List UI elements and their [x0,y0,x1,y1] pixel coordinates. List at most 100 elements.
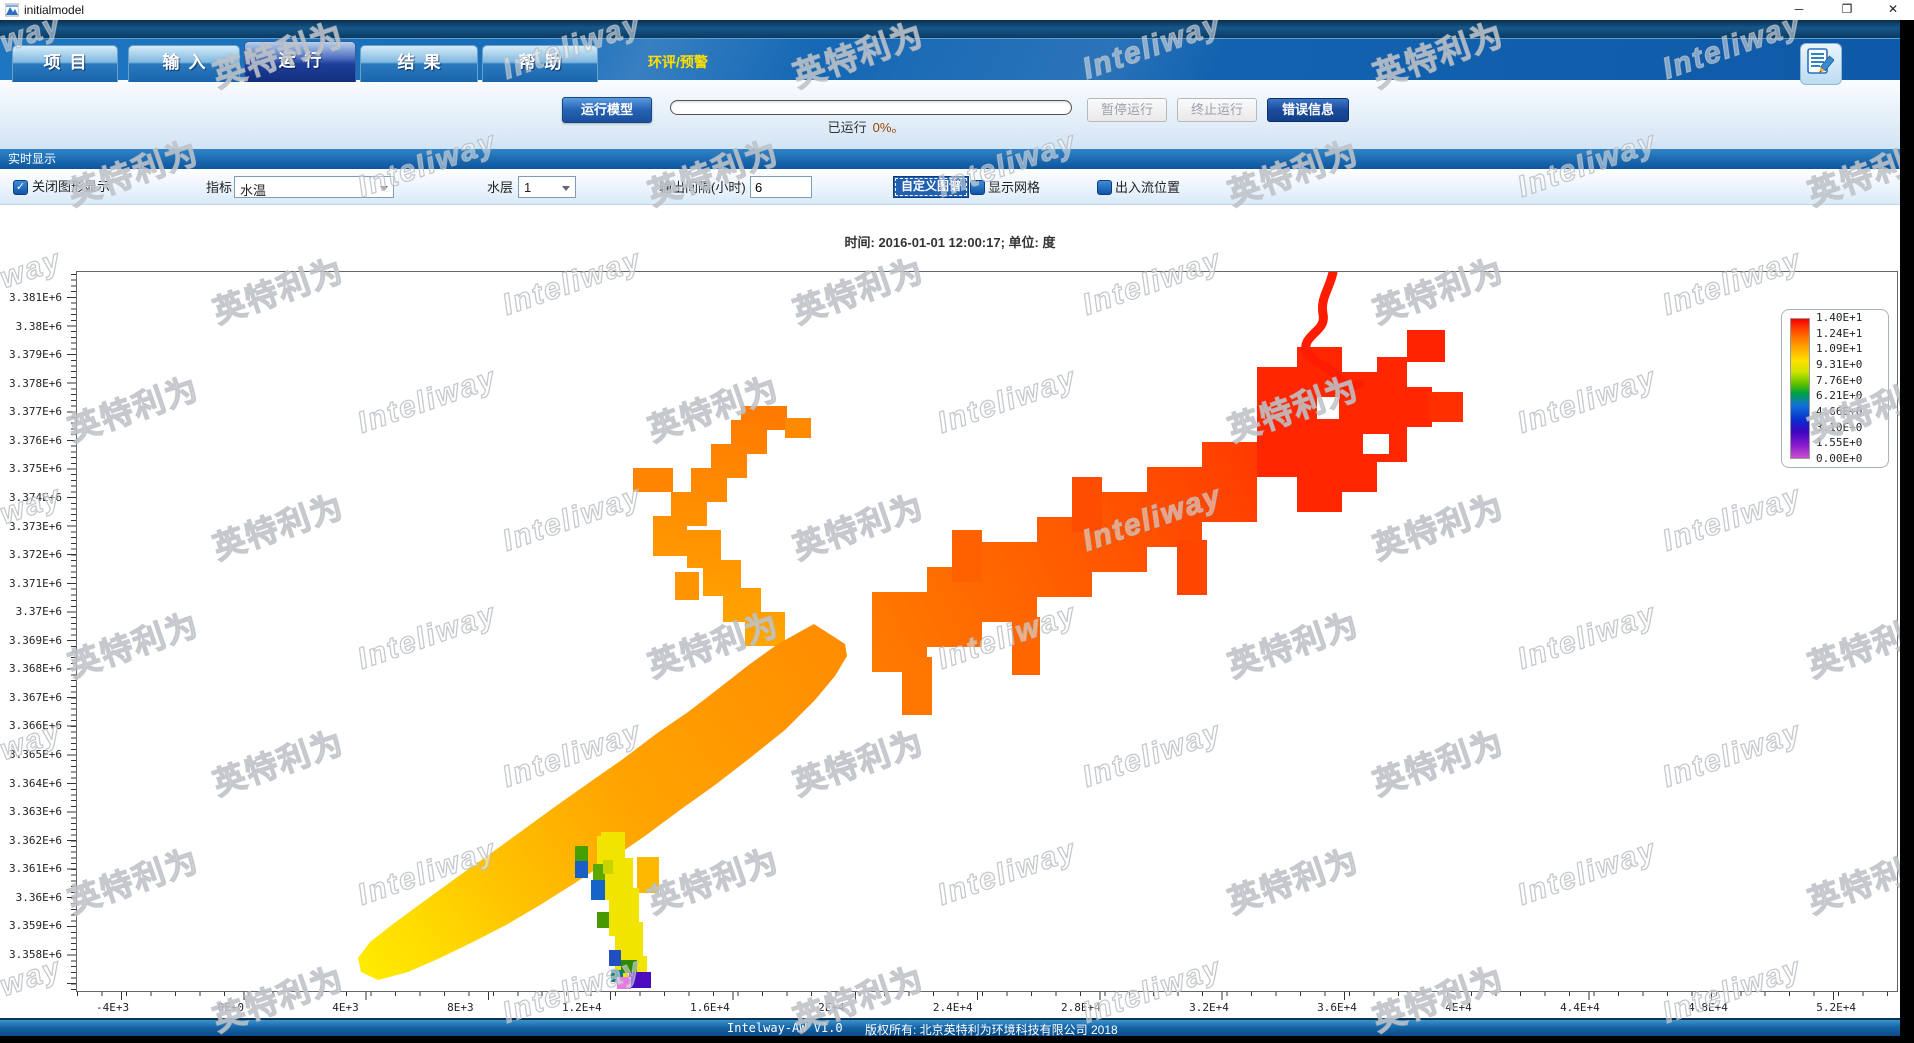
x-tick-label: 2.8E+4 [1061,1001,1101,1014]
time-label: 时间: 2016-01-01 12:00:17; 单位: 度 [0,232,1900,251]
y-tick-label: 3.379E+6 [9,348,62,361]
close-graph-label: 关闭图形显示 [32,180,110,194]
indicator-select[interactable]: 水温 [234,176,394,198]
x-tick-label: 1.2E+4 [562,1001,602,1014]
tab-env-warning[interactable]: 环评/预警 [648,52,708,72]
y-tick-label: 3.377E+6 [9,405,62,418]
y-tick-label: 3.367E+6 [9,691,62,704]
chevron-down-icon [380,186,388,191]
chrome-strip [0,20,1900,38]
x-tick-label: -4E+3 [96,1001,129,1014]
x-tick-label: 4.4E+4 [1560,1001,1600,1014]
y-tick-label: 3.374E+6 [9,491,62,504]
application-window: initialmodel ─ ❐ ✕ 项目 输入 运行 结果 帮助 环评/预警 [0,0,1914,1043]
y-tick-label: 3.378E+6 [9,377,62,390]
run-status-prefix: 已运行 [828,120,867,135]
interval-input[interactable] [750,176,812,198]
close-button[interactable]: ✕ [1876,0,1910,20]
y-tick-label: 3.375E+6 [9,462,62,475]
legend-colorbar [1790,318,1810,459]
legend-value: 1.24E+1 [1816,328,1882,340]
tab-help[interactable]: 帮助 [482,45,598,82]
minimize-button[interactable]: ─ [1782,0,1816,20]
x-tick-label: 2E+4 [818,1001,845,1014]
y-tick-label: 3.372E+6 [9,548,62,561]
realtime-header: 实时显示 [0,149,1900,169]
window-title: initialmodel [24,3,84,17]
show-grid-label: 显示网格 [988,181,1040,195]
x-tick-label: 2.4E+4 [933,1001,973,1014]
x-tick-label: 8E+3 [447,1001,474,1014]
app-icon [5,3,19,17]
indicator-label: 指标 [206,181,232,195]
y-axis-labels: 3.381E+6 3.38E+6 3.379E+6 3.378E+6 3.377E+6 3… [2,291,62,961]
x-tick-label: 4.8E+4 [1688,1001,1728,1014]
copyright: 版权所有: 北京英特利为环境科技有限公司 2018 [865,1021,1118,1036]
run-status-value: 0%。 [873,120,905,135]
x-tick-label: 3.6E+4 [1317,1001,1357,1014]
run-status: 已运行 0%。 [666,117,1066,136]
realtime-controls: ✓ 关闭图形显示 指标 水温 水层 1 输出间隔(小时) 自定义图谱 显示网格 … [0,169,1900,205]
color-legend: 1.40E+11.24E+11.09E+19.31E+07.76E+06.21E… [1781,309,1889,468]
custom-palette-button[interactable]: 自定义图谱 [893,176,969,198]
x-tick-label: 3.2E+4 [1189,1001,1229,1014]
x-tick-label: 4E+4 [1445,1001,1472,1014]
x-axis-labels: -4E+3 0E+0 4E+3 8E+3 1.2E+4 1.6E+4 2E+4 2.4E+4 2… [96,1001,1856,1014]
close-graph-checkbox[interactable]: ✓ [13,180,28,195]
show-grid-checkbox[interactable] [970,180,985,195]
tab-bar: 项目 输入 运行 结果 帮助 环评/预警 [0,38,1900,81]
layer-value: 1 [524,180,531,195]
layer-select[interactable]: 1 [518,176,576,198]
y-tick-label: 3.36E+6 [16,891,62,904]
x-tick-label: 5.2E+4 [1816,1001,1856,1014]
tab-result[interactable]: 结果 [360,45,478,82]
y-tick-label: 3.363E+6 [9,805,62,818]
legend-value: 7.76E+0 [1816,375,1882,387]
titlebar: initialmodel ─ ❐ ✕ [0,0,1914,20]
error-info-button[interactable]: 错误信息 [1267,98,1349,122]
y-tick-label: 3.38E+6 [16,320,62,333]
y-tick-label: 3.362E+6 [9,834,62,847]
legend-value: 1.55E+0 [1816,437,1882,449]
inout-flow-checkbox[interactable] [1097,180,1112,195]
x-tick-label: 1.6E+4 [690,1001,730,1014]
y-tick-label: 3.376E+6 [9,434,62,447]
restore-button[interactable]: ❐ [1830,0,1864,20]
legend-value: 4.66E+0 [1816,406,1882,418]
x-axis-ticks [77,991,1897,1000]
x-tick-label: 4E+3 [332,1001,359,1014]
interval-label: 输出间隔(小时) [659,181,746,195]
y-tick-label: 3.366E+6 [9,719,62,732]
pause-run-button[interactable]: 暂停运行 [1087,98,1167,122]
legend-values: 1.40E+11.24E+11.09E+19.31E+07.76E+06.21E… [1816,312,1882,465]
y-tick-label: 3.358E+6 [9,948,62,961]
layer-label: 水层 [487,181,513,195]
notepad-button[interactable] [1800,43,1842,85]
y-tick-label: 3.381E+6 [9,291,62,304]
inout-flow-label: 出入流位置 [1115,181,1180,195]
y-tick-label: 3.37E+6 [16,605,62,618]
footer-bar: Intelway-AW V1.0 版权所有: 北京英特利为环境科技有限公司 20… [0,1018,1900,1036]
y-tick-label: 3.368E+6 [9,662,62,675]
run-model-button[interactable]: 运行模型 [562,97,652,123]
tab-input[interactable]: 输入 [128,45,240,82]
legend-value: 1.40E+1 [1816,312,1882,324]
chevron-down-icon [562,186,570,191]
y-tick-label: 3.373E+6 [9,520,62,533]
legend-value: 9.31E+0 [1816,359,1882,371]
legend-value: 3.10E+0 [1816,422,1882,434]
legend-value: 0.00E+0 [1816,453,1882,465]
run-toolbar: 运行模型 暂停运行 终止运行 错误信息 已运行 0%。 [0,80,1900,149]
checkmark-icon: ✓ [16,181,25,193]
plot-region: 时间: 2016-01-01 12:00:17; 单位: 度 显示背景 3.38… [0,205,1900,1036]
client-area: 项目 输入 运行 结果 帮助 环评/预警 [0,20,1900,1036]
tab-project[interactable]: 项目 [12,45,118,82]
y-tick-label: 3.364E+6 [9,777,62,790]
stop-run-button[interactable]: 终止运行 [1177,98,1257,122]
plot-canvas [76,271,1898,992]
y-tick-label: 3.369E+6 [9,634,62,647]
y-axis-ticks [62,271,76,990]
x-tick-label: 0E+0 [217,1001,244,1014]
tab-run[interactable]: 运行 [244,41,356,82]
y-tick-label: 3.365E+6 [9,748,62,761]
